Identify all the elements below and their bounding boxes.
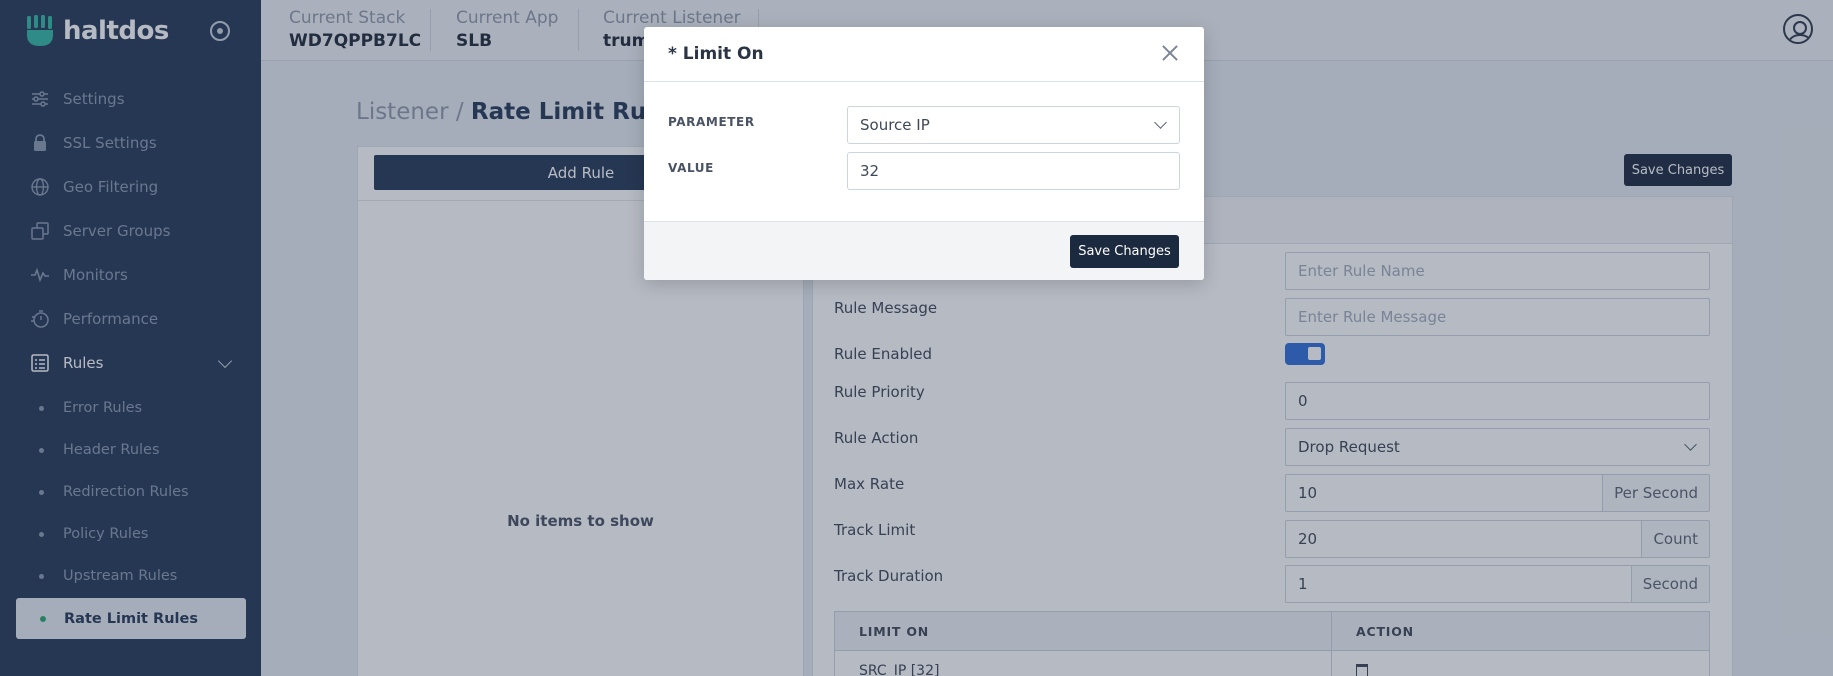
parameter-value: Source IP <box>860 116 930 134</box>
value-input[interactable]: 32 <box>847 152 1180 190</box>
parameter-select[interactable]: Source IP <box>847 106 1180 144</box>
modal-footer: Save Changes <box>644 221 1204 280</box>
close-icon[interactable] <box>1162 45 1178 61</box>
modal-save-changes-button[interactable]: Save Changes <box>1070 235 1179 268</box>
value-label: VALUE <box>668 161 714 175</box>
chevron-down-icon <box>1154 116 1167 129</box>
modal-header: * Limit On <box>644 27 1204 82</box>
modal-title: * Limit On <box>668 44 764 64</box>
parameter-label: PARAMETER <box>668 115 755 129</box>
limit-on-modal: * Limit On PARAMETER Source IP VALUE 32 … <box>644 27 1204 280</box>
